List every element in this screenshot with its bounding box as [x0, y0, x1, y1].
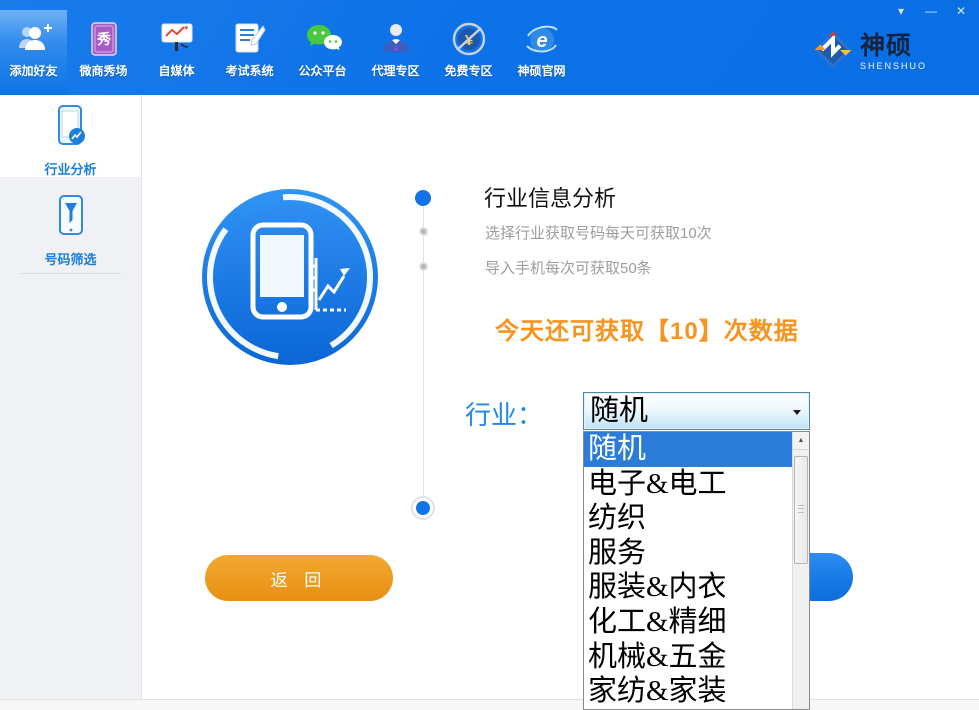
wechat-icon — [304, 19, 342, 59]
close-icon[interactable]: ✕ — [953, 4, 969, 18]
tab-free-zone[interactable]: ¥ 免费专区 — [432, 10, 505, 95]
brand-logo: 神硕 SHENSHUO — [813, 30, 927, 75]
sidebar: 行业分析 号码筛选 — [0, 95, 142, 710]
timeline-line — [423, 198, 424, 508]
dropdown-scrollbar[interactable]: ▲ — [792, 432, 809, 709]
show-card-icon: 秀 — [90, 19, 117, 59]
brand-title: 神硕 — [859, 32, 912, 60]
sidebar-item-label: 行业分析 — [44, 162, 97, 177]
dropdown-option[interactable]: 服务 — [584, 536, 792, 571]
brand-subtitle: SHENSHUO — [859, 61, 927, 71]
free-yuan-icon: ¥ — [451, 19, 487, 59]
tab-label: 考试系统 — [225, 64, 274, 78]
toolbar-tabs: 添加好友 秀 微商秀场 自媒体 考试系统 公众平台 代理专区 免费专区 e 神硕… — [0, 10, 578, 95]
timeline-dot — [419, 262, 428, 271]
show-char: 秀 — [96, 31, 112, 47]
tab-self-media[interactable]: 自媒体 — [140, 10, 213, 95]
tab-agent-zone[interactable]: 代理专区 — [359, 10, 432, 95]
sidebar-item-number-filter[interactable]: 号码筛选 — [0, 193, 141, 271]
e-char: e — [536, 30, 547, 52]
tab-label: 微商秀场 — [79, 64, 128, 78]
add-friend-icon — [15, 19, 53, 59]
dropdown-option[interactable]: 电子&电工 — [584, 467, 792, 502]
window-controls: ▾ — ✕ — [893, 4, 969, 18]
brand-logo-icon — [813, 30, 853, 75]
tab-label: 代理专区 — [371, 64, 420, 78]
dropdown-option[interactable]: 服装&内衣 — [584, 570, 792, 605]
sidebar-item-industry-analysis[interactable]: 行业分析 — [0, 95, 141, 177]
sidebar-divider — [20, 273, 121, 274]
window-footer-strip — [0, 699, 979, 710]
timeline-dot-end — [411, 496, 435, 520]
step-hint-2: 导入手机每次可获取50条 — [485, 260, 652, 277]
ie-browser-icon: e — [524, 19, 560, 59]
timeline-dot-active — [415, 190, 431, 206]
step-hint-1: 选择行业获取号码每天可获取10次 — [485, 225, 712, 242]
industry-combobox[interactable]: 随机 — [583, 392, 810, 430]
back-button[interactable]: 返 回 — [205, 555, 393, 601]
dropdown-option[interactable]: 化工&精细 — [584, 605, 792, 640]
scrollbar-thumb[interactable] — [794, 456, 808, 564]
exam-doc-icon — [234, 19, 266, 59]
industry-dropdown-list: 随机 电子&电工 纺织 服务 服装&内衣 化工&精细 机械&五金 家纺&家装 ▲ — [583, 431, 810, 710]
tab-label: 添加好友 — [9, 64, 58, 78]
tab-public-platform[interactable]: 公众平台 — [286, 10, 359, 95]
chevron-down-icon — [793, 410, 801, 415]
tab-label: 自媒体 — [158, 64, 195, 78]
back-button-label: 返 回 — [270, 570, 328, 590]
dropdown-option[interactable]: 随机 — [584, 432, 792, 467]
agent-person-icon — [380, 19, 412, 59]
tab-exam-system[interactable]: 考试系统 — [213, 10, 286, 95]
phone-chart-icon — [54, 103, 88, 154]
dropdown-option[interactable]: 家纺&家装 — [584, 674, 792, 709]
combobox-selected-value: 随机 — [590, 395, 649, 427]
menu-icon[interactable]: ▾ — [893, 4, 909, 18]
timeline-dot — [419, 227, 428, 236]
main-content: 行业信息分析 选择行业获取号码每天可获取10次 导入手机每次可获取50条 今天还… — [143, 95, 979, 710]
tab-label: 免费专区 — [444, 64, 493, 78]
phone-analysis-illustration — [201, 188, 379, 371]
dropdown-option[interactable]: 纺织 — [584, 501, 792, 536]
tab-add-friends[interactable]: 添加好友 — [0, 10, 67, 95]
minimize-icon[interactable]: — — [923, 4, 939, 18]
tab-label: 神硕官网 — [517, 64, 566, 78]
phone-filter-icon — [54, 193, 88, 244]
scroll-up-icon[interactable]: ▲ — [793, 432, 809, 450]
tab-official-site[interactable]: e 神硕官网 — [505, 10, 578, 95]
tab-weishang-show[interactable]: 秀 微商秀场 — [67, 10, 140, 95]
dropdown-option[interactable]: 机械&五金 — [584, 640, 792, 675]
media-board-icon — [159, 19, 195, 59]
tab-label: 公众平台 — [298, 64, 347, 78]
section-title: 行业信息分析 — [484, 186, 617, 211]
quota-remaining-text: 今天还可获取【10】次数据 — [495, 318, 799, 345]
sidebar-item-label: 号码筛选 — [44, 252, 97, 267]
top-toolbar: ▾ — ✕ 添加好友 秀 微商秀场 自媒体 考试系统 公众平台 代理专区 免费专… — [0, 0, 979, 95]
industry-label: 行业： — [465, 400, 544, 430]
dropdown-options: 随机 电子&电工 纺织 服务 服装&内衣 化工&精细 机械&五金 家纺&家装 — [584, 432, 792, 709]
